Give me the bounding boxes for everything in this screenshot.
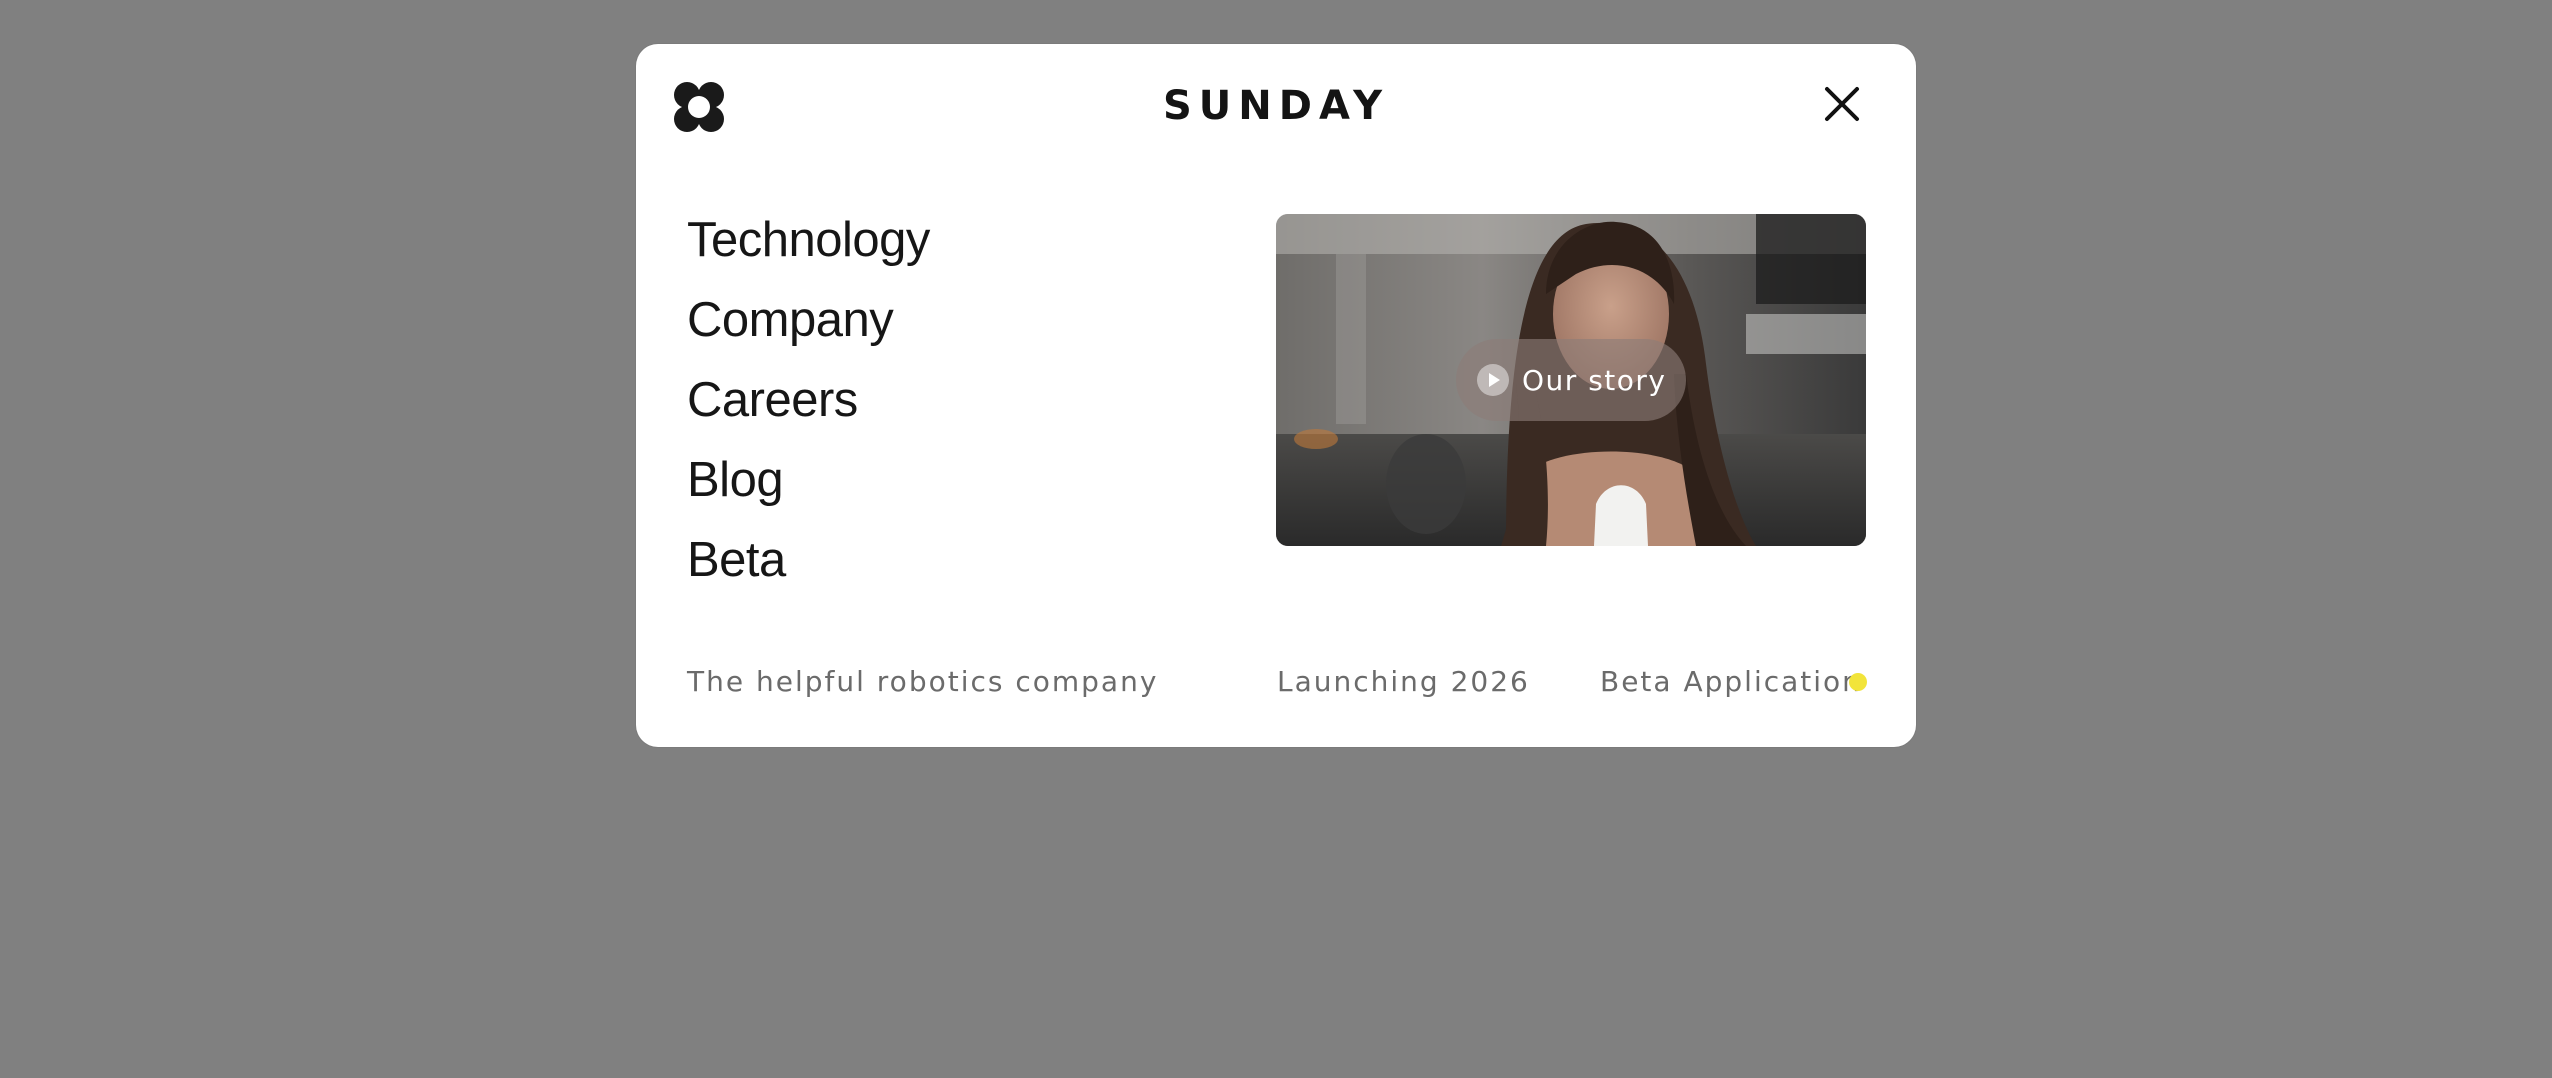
launch-date-text: Launching 2026 xyxy=(1277,665,1530,698)
beta-application-link[interactable]: Beta Application xyxy=(1600,664,1862,700)
company-tagline: The helpful robotics company xyxy=(687,665,1159,698)
nav-item-careers[interactable]: Careers xyxy=(687,372,930,452)
story-video-thumbnail[interactable]: Our story xyxy=(1276,214,1866,546)
brand-wordmark[interactable]: SUNDAY xyxy=(636,83,1916,129)
menu-modal: SUNDAY Technology Company Careers Blog B… xyxy=(636,44,1916,747)
status-dot-icon xyxy=(1849,673,1867,691)
main-nav: Technology Company Careers Blog Beta xyxy=(687,212,930,612)
nav-item-technology[interactable]: Technology xyxy=(687,212,930,292)
our-story-label: Our story xyxy=(1522,363,1667,397)
close-icon[interactable] xyxy=(1822,84,1862,124)
nav-item-company[interactable]: Company xyxy=(687,292,930,372)
nav-item-beta[interactable]: Beta xyxy=(687,532,930,612)
nav-item-blog[interactable]: Blog xyxy=(687,452,930,532)
our-story-button[interactable]: Our story xyxy=(1456,339,1686,421)
play-icon xyxy=(1477,364,1509,396)
